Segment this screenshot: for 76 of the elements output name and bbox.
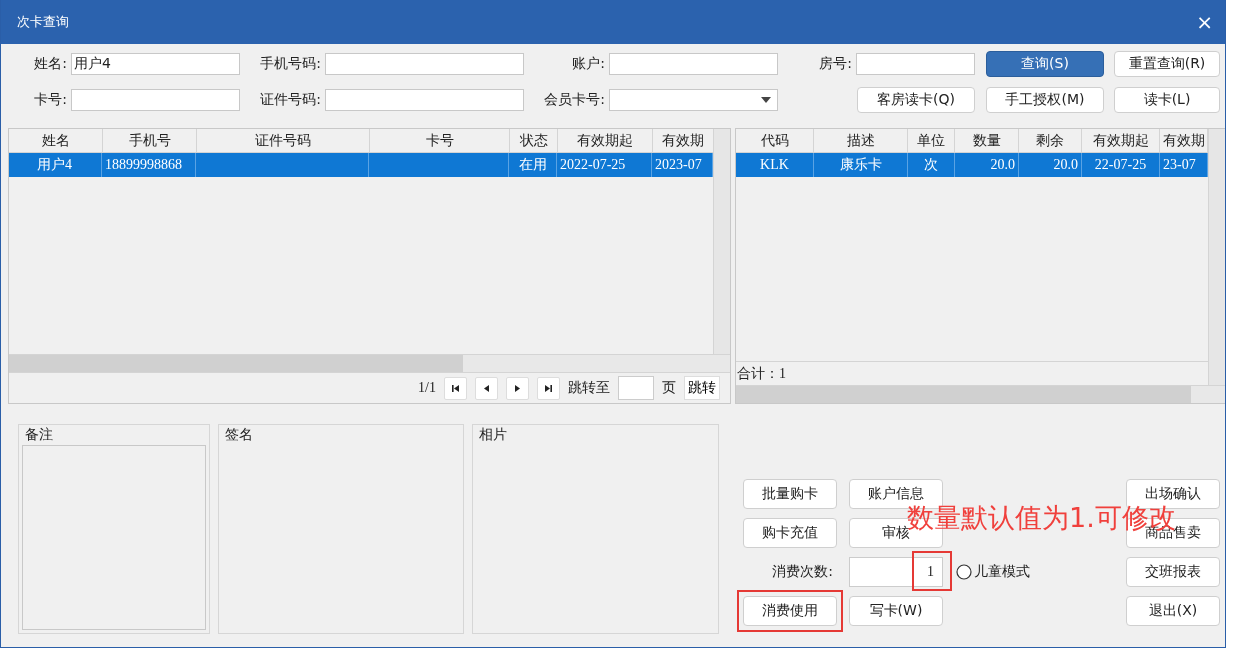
page-indicator: 1/1 [418,380,436,396]
page-unit: 页 [662,379,676,397]
column-header[interactable]: 描述 [814,129,908,153]
field-label: 手机号码: [259,55,322,73]
vertical-scrollbar[interactable] [1208,129,1225,385]
column-header[interactable]: 状态 [510,129,558,153]
next-page-icon[interactable] [506,376,529,400]
action-button[interactable]: 交班报表 [1126,557,1220,587]
action-button[interactable]: 写卡(W) [849,596,943,626]
page-input[interactable] [618,376,654,400]
dropdown-field[interactable] [609,89,778,111]
table-cell: 在用 [518,156,547,174]
action-button[interactable]: 批量购卡 [743,479,837,509]
table-cell: 20.0 [990,157,1015,173]
column-header[interactable]: 手机号 [103,129,197,153]
column-header[interactable]: 卡号 [370,129,510,153]
column-header[interactable]: 单位 [908,129,955,153]
count-input[interactable]: 1 [849,557,943,587]
close-button[interactable]: × [1196,10,1213,34]
field-label: 消费次数: [771,563,834,581]
panel-title: 备注 [24,426,53,444]
column-header[interactable]: 姓名 [9,129,103,153]
table-cell: 2023-07 [655,157,702,173]
field-label: 房号: [818,55,853,73]
notes-textarea[interactable] [22,445,206,630]
input-field[interactable] [856,53,975,75]
column-header[interactable]: 有效期 [1160,129,1208,153]
column-header[interactable]: 证件号码 [197,129,370,153]
total-count: 合计：1 [737,364,786,383]
child-mode-radio[interactable]: 儿童模式 [956,563,1030,581]
table-cell: 用户4 [37,156,72,174]
vertical-scrollbar[interactable] [713,129,730,354]
table-cell: 2022-07-25 [560,157,626,173]
action-button[interactable]: 购卡充值 [743,518,837,548]
column-header[interactable]: 有效期起 [1082,129,1160,153]
horizontal-scrollbar[interactable] [9,354,730,372]
action-button[interactable]: 读卡(L) [1114,87,1220,113]
previous-page-icon[interactable] [475,376,498,400]
table-row[interactable]: 用户4 18899998868 在用 2022-07-25 2023-07 [9,153,713,177]
table-cell: 次 [924,156,938,174]
first-page-icon[interactable] [444,376,467,400]
input-field[interactable] [325,89,524,111]
table-cell: 康乐卡 [839,156,882,174]
table-cell: 20.0 [1053,157,1078,173]
dropdown-caret-icon [761,97,771,103]
column-header[interactable]: 剩余 [1019,129,1082,153]
table-cell: 23-07 [1163,157,1196,173]
reset-button[interactable]: 重置查询(R) [1114,51,1220,77]
action-button[interactable]: 手工授权(M) [986,87,1104,113]
action-button[interactable]: 消费使用 [743,596,837,626]
table-cell: 18899998868 [105,157,182,173]
horizontal-scrollbar[interactable] [736,385,1225,403]
panel-title: 相片 [478,426,507,444]
column-header[interactable]: 代码 [736,129,814,153]
field-label: 证件号码: [259,91,322,109]
field-label: 卡号: [33,91,68,109]
input-field[interactable] [609,53,778,75]
jump-button[interactable]: 跳转 [684,376,720,400]
table-row[interactable]: KLK 康乐卡 次 20.0 20.0 22-07-25 23-07 [736,153,1208,177]
field-label: 姓名: [33,55,68,73]
input-field[interactable]: 用户4 [71,53,240,75]
action-button[interactable]: 退出(X) [1126,596,1220,626]
input-field[interactable] [325,53,524,75]
query-button[interactable]: 查询(S) [986,51,1104,77]
field-label: 会员卡号: [543,91,606,109]
panel-title: 签名 [224,426,253,444]
column-header[interactable]: 数量 [955,129,1019,153]
last-page-icon[interactable] [537,376,560,400]
table-cell: 22-07-25 [1094,157,1147,173]
table-cell: KLK [760,157,789,173]
action-button[interactable]: 客房读卡(Q) [857,87,975,113]
column-header[interactable]: 有效期起 [558,129,653,153]
field-label: 账户: [571,55,606,73]
window-title: 次卡查询 [17,13,69,31]
jump-label: 跳转至 [568,379,610,397]
input-field[interactable] [71,89,240,111]
